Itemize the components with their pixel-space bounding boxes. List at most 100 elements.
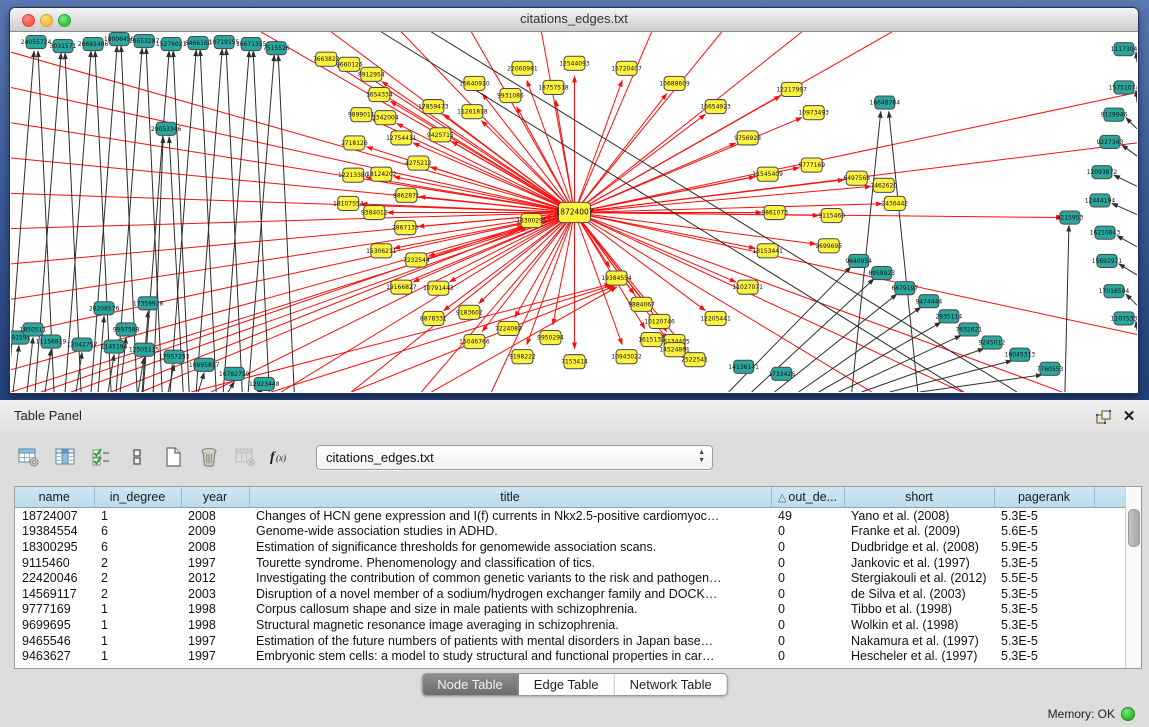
network-node[interactable]: 1733426 [768, 367, 795, 380]
table-cell[interactable]: 2003 [181, 586, 249, 602]
column-header-out_de[interactable]: △out_de... [771, 487, 844, 508]
network-node[interactable]: 13153441 [752, 244, 783, 258]
table-cell[interactable]: 0 [771, 570, 844, 586]
network-node[interactable]: 11156819 [36, 335, 67, 348]
network-node[interactable]: 1654334 [366, 87, 393, 101]
tab-network-table[interactable]: Network Table [615, 674, 727, 695]
table-cell[interactable]: 1997 [181, 555, 249, 571]
network-node[interactable]: 9950294 [537, 330, 564, 344]
network-node[interactable]: 1850511 [20, 323, 47, 336]
table-cell[interactable]: 1997 [181, 648, 249, 664]
network-node[interactable]: 19384554 [601, 271, 632, 285]
table-cell[interactable]: de Silva et al. (2003) [844, 586, 994, 602]
table-cell[interactable]: 19384554 [15, 524, 94, 540]
table-cell[interactable]: Dudbridge et al. (2008) [844, 539, 994, 555]
table-cell[interactable]: 5.3E-5 [994, 617, 1094, 633]
table-cell[interactable]: 1 [94, 602, 181, 618]
table-cell[interactable]: 5.3E-5 [994, 586, 1094, 602]
network-node[interactable]: 14136141 [728, 360, 759, 373]
table-cell[interactable]: 9465546 [15, 633, 94, 649]
network-node[interactable]: 15720407 [611, 61, 642, 75]
network-node[interactable]: 7760553 [1037, 362, 1064, 375]
network-node[interactable]: 10120746 [644, 314, 675, 328]
network-node[interactable]: 17016504 [1099, 285, 1130, 298]
table-row[interactable]: 1456911722003Disruption of a novel membe… [15, 586, 1127, 602]
network-node[interactable]: 9899011 [348, 108, 375, 122]
table-cell[interactable]: 1998 [181, 602, 249, 618]
table-cell[interactable]: Franke et al. (2009) [844, 524, 994, 540]
column-header-name[interactable]: name [15, 487, 94, 508]
network-node[interactable]: 9756928 [734, 131, 761, 145]
column-header-in_degree[interactable]: in_degree [94, 487, 181, 508]
network-node[interactable]: 7632621 [956, 323, 983, 336]
table-row[interactable]: 946362711997Embryonic stem cells: a mode… [15, 648, 1127, 664]
network-node[interactable]: 10973493 [798, 106, 829, 120]
network-node[interactable]: 18757518 [538, 80, 569, 94]
network-node[interactable]: 11261818 [457, 105, 488, 119]
table-cell[interactable]: 5.9E-5 [994, 539, 1094, 555]
table-cell[interactable]: Investigating the contribution of common… [249, 570, 771, 586]
network-node[interactable]: 9198222 [509, 350, 536, 364]
table-row[interactable]: 969969511998Structural magnetic resonanc… [15, 617, 1127, 633]
table-cell[interactable]: 5.6E-5 [994, 524, 1094, 540]
network-node[interactable]: 20206576 [89, 302, 120, 315]
table-row[interactable]: 946554611997Estimation of the future num… [15, 633, 1127, 649]
network-node[interactable]: 9129946 [1101, 108, 1128, 121]
network-node[interactable]: 12444194 [1085, 194, 1116, 207]
network-node[interactable]: 24055724 [21, 36, 52, 49]
table-cell[interactable]: 5.3E-5 [994, 648, 1094, 664]
table-cell[interactable]: 5.3E-5 [994, 633, 1094, 649]
network-node[interactable]: 9660126 [336, 57, 363, 71]
network-node[interactable]: 10688609 [659, 76, 690, 90]
table-cell[interactable]: 9777169 [15, 602, 94, 618]
network-node[interactable]: 16210643 [1090, 226, 1121, 239]
network-node[interactable]: 15046766 [459, 335, 490, 349]
table-cell[interactable]: 18300295 [15, 539, 94, 555]
network-node[interactable]: 12213380 [338, 168, 369, 182]
float-panel-icon[interactable] [1093, 407, 1113, 427]
network-node[interactable]: 1117304 [1111, 43, 1137, 56]
table-cell[interactable]: Yano et al. (2008) [844, 508, 994, 524]
network-node[interactable]: 9862871 [393, 188, 420, 202]
column-header-pagerank[interactable]: pagerank [994, 487, 1094, 508]
select-columns-icon[interactable] [86, 443, 116, 471]
table-cell[interactable]: 2 [94, 586, 181, 602]
table-cell[interactable]: 2008 [181, 539, 249, 555]
network-node[interactable]: 1615132 [638, 333, 665, 347]
table-cell[interactable]: Embryonic stem cells: a model to study s… [249, 648, 771, 664]
table-cell[interactable]: Changes of HCN gene expression and I(f) … [249, 508, 771, 524]
table-cell[interactable]: 5.3E-5 [994, 508, 1094, 524]
table-cell[interactable]: Estimation of significance thresholds fo… [249, 539, 771, 555]
table-cell[interactable]: 2009 [181, 524, 249, 540]
table-cell[interactable]: Wolkin et al. (1998) [844, 617, 994, 633]
table-cell[interactable]: 2008 [181, 508, 249, 524]
table-cell[interactable]: Nakamura et al. (1997) [844, 633, 994, 649]
table-cell[interactable]: 6 [94, 539, 181, 555]
network-node[interactable]: 17359928 [133, 297, 164, 310]
table-cell[interactable]: 0 [771, 633, 844, 649]
node-table-grid[interactable]: namein_degreeyeartitle△out_de...shortpag… [15, 487, 1128, 664]
table-cell[interactable]: Tibbo et al. (1998) [844, 602, 994, 618]
close-panel-icon[interactable]: ✕ [1119, 407, 1139, 427]
table-cell[interactable]: 0 [771, 555, 844, 571]
network-node[interactable]: 12093872 [1087, 166, 1118, 179]
network-node[interactable]: 19166827 [386, 280, 417, 294]
table-cell[interactable]: 1 [94, 617, 181, 633]
network-node[interactable]: 12923448 [249, 377, 280, 390]
function-builder-icon[interactable]: f (x) [266, 443, 296, 471]
table-mode-icon[interactable] [14, 443, 44, 471]
table-cell[interactable]: 5.3E-5 [994, 555, 1094, 571]
table-cell[interactable]: 9463627 [15, 648, 94, 664]
network-node[interactable]: 15276021 [156, 38, 187, 51]
network-node[interactable]: 15751074 [1109, 81, 1137, 94]
table-cell[interactable]: Genome-wide association studies in ADHD. [249, 524, 771, 540]
table-row[interactable]: 977716911998Corpus callosum shape and si… [15, 602, 1127, 618]
network-node[interactable]: 9215953 [1057, 211, 1084, 224]
network-node[interactable]: 9425715 [427, 128, 454, 142]
network-node[interactable]: 15692971 [1092, 254, 1123, 267]
table-cell[interactable]: Disruption of a novel member of a sodium… [249, 586, 771, 602]
column-header-title[interactable]: title [249, 487, 771, 508]
table-cell[interactable]: 14569117 [15, 586, 94, 602]
network-node[interactable]: 11545409 [752, 167, 783, 181]
network-node[interactable]: 9699695 [815, 239, 842, 253]
